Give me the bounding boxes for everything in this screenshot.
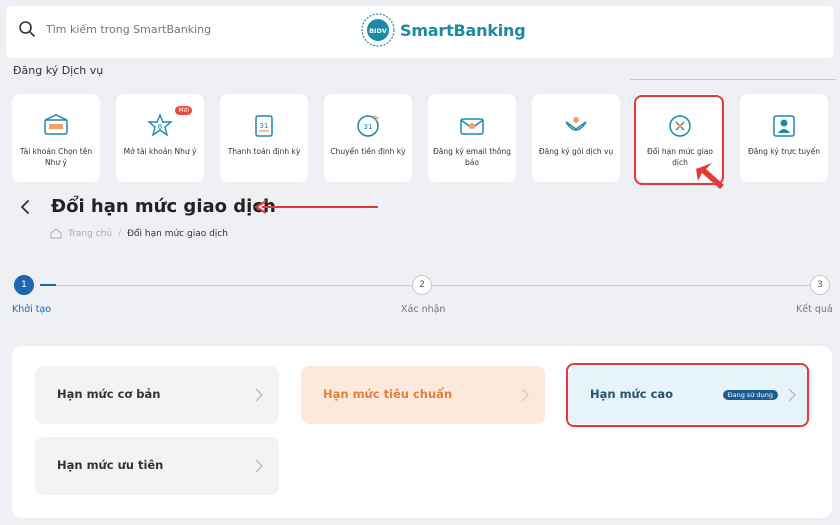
- scheduled-transfer-icon: 31: [357, 115, 380, 137]
- top-bar: BIDV SmartBanking: [6, 6, 834, 58]
- brand-badge: BIDV: [369, 27, 387, 35]
- account-name-icon: [44, 114, 68, 135]
- svg-text:8: 8: [158, 123, 162, 131]
- chevron-right-icon: [521, 388, 529, 402]
- breadcrumb-home[interactable]: Trang chủ: [68, 229, 112, 239]
- pointer-arrow-icon: [696, 163, 724, 189]
- service-package-icon: [565, 117, 587, 131]
- search-bar[interactable]: [18, 20, 246, 38]
- step-1-label: Khởi tạo: [12, 304, 52, 315]
- service-label: Tài khoản Chọn tên Như ý: [19, 147, 93, 167]
- limit-option-standard[interactable]: Hạn mức tiêu chuẩn: [301, 366, 545, 424]
- step-3-dot: 3: [810, 275, 830, 295]
- search-icon[interactable]: [18, 20, 36, 38]
- service-email-notification[interactable]: Đăng ký email thông báo: [428, 94, 516, 182]
- limit-option-basic[interactable]: Hạn mức cơ bản: [35, 366, 279, 424]
- svg-text:31: 31: [364, 123, 373, 131]
- svg-text:31: 31: [260, 122, 269, 130]
- step-progress: [40, 284, 56, 286]
- step-1-dot: 1: [14, 275, 34, 295]
- step-2-label: Xác nhận: [401, 304, 446, 315]
- step-3-label: Kết quả: [796, 304, 833, 315]
- highlight-box: [566, 363, 809, 427]
- limit-option-label: Hạn mức cơ bản: [57, 387, 161, 401]
- service-recurring-transfer[interactable]: 31 Chuyển tiền định kỳ: [324, 94, 412, 182]
- lucky-number-icon: 8: [147, 113, 173, 137]
- service-account-name[interactable]: Tài khoản Chọn tên Như ý: [12, 94, 100, 182]
- service-label: Đăng ký email thông báo: [432, 147, 512, 167]
- brand-name: SmartBanking: [400, 20, 526, 40]
- breadcrumb: Trang chủ / Đổi hạn mức giao dịch: [50, 228, 228, 239]
- bidv-logo-icon: BIDV: [361, 13, 395, 47]
- service-label: Thanh toán định kỳ: [227, 147, 301, 156]
- new-badge: Mới: [175, 106, 192, 115]
- service-package[interactable]: Đăng ký gói dịch vụ: [532, 94, 620, 182]
- service-label: Chuyển tiền định kỳ: [330, 147, 406, 156]
- chevron-right-icon: [255, 459, 263, 473]
- limit-option-label: Hạn mức tiêu chuẩn: [323, 387, 453, 401]
- service-label: Đăng ký gói dịch vụ: [538, 147, 614, 156]
- services-title: Đăng ký Dịch vụ: [13, 64, 104, 77]
- left-arrow-icon: [254, 200, 378, 214]
- limit-option-label: Hạn mức ưu tiên: [57, 458, 164, 472]
- breadcrumb-separator: /: [118, 228, 122, 239]
- page-title: Đổi hạn mức giao dịch: [51, 196, 276, 217]
- step-connector: [56, 285, 412, 286]
- step-connector: [432, 285, 810, 286]
- step-2-dot: 2: [412, 275, 432, 295]
- service-lucky-account[interactable]: Mới 8 Mở tài khoản Như ý: [116, 94, 204, 182]
- service-label: Mở tài khoản Như ý: [123, 147, 197, 156]
- breadcrumb-current: Đổi hạn mức giao dịch: [127, 228, 228, 239]
- chevron-right-icon: [255, 388, 263, 402]
- search-input[interactable]: [46, 22, 246, 36]
- service-online-registration[interactable]: Đăng ký trực tuyến: [740, 94, 828, 182]
- brand-logo[interactable]: BIDV SmartBanking: [360, 12, 526, 48]
- home-icon[interactable]: [50, 228, 62, 239]
- back-icon[interactable]: [18, 198, 34, 216]
- divider: [630, 79, 836, 80]
- service-recurring-payment[interactable]: 31 Thanh toán định kỳ: [220, 94, 308, 182]
- online-registration-icon: [773, 115, 795, 137]
- service-label: Đăng ký trực tuyến: [748, 147, 820, 156]
- email-notification-icon: [460, 118, 484, 135]
- limit-option-priority[interactable]: Hạn mức ưu tiên: [35, 437, 279, 495]
- calendar-payment-icon: 31: [255, 115, 273, 137]
